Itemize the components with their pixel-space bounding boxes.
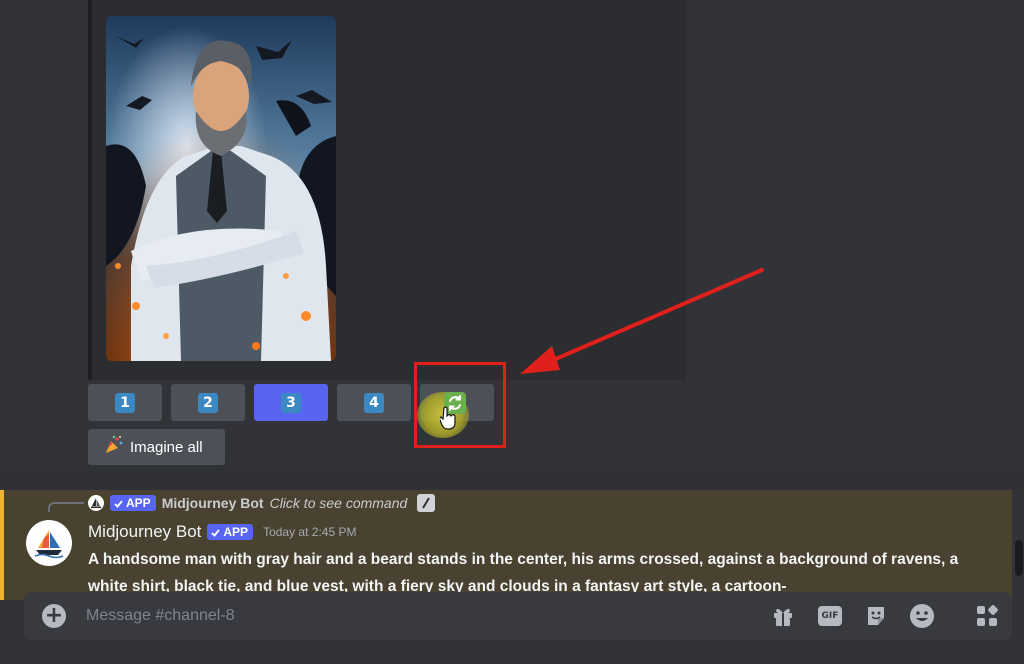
annotation-arrow-icon [520,268,764,374]
message-timestamp: Today at 2:45 PM [263,525,357,539]
upscale-2-button[interactable]: 2 [171,384,245,421]
upscale-1-button[interactable]: 1 [88,384,162,421]
generated-image[interactable] [106,16,336,361]
gift-icon[interactable] [770,603,796,629]
upscale-3-button[interactable]: 3 [254,384,328,421]
slash-command-icon [417,494,436,512]
scrollbar-thumb[interactable] [1015,540,1023,576]
gif-picker-button[interactable]: GIF [817,603,843,629]
imagine-all-button[interactable]: Imagine all [88,429,225,465]
imagine-all-label: Imagine all [130,438,203,456]
message-composer: + GIF [24,592,1012,640]
author-name[interactable]: Midjourney Bot [88,522,201,542]
apps-launcher-button[interactable] [962,592,1012,640]
keycap-1-icon: 1 [115,392,135,413]
reply-command[interactable]: Click to see command [270,495,408,511]
message-header: Midjourney Bot APP Today at 2:45 PM [88,522,356,542]
hand-cursor-icon [439,406,456,430]
app-badge: APP [207,524,254,540]
plus-icon[interactable]: + [42,604,66,628]
message-input[interactable] [86,592,646,640]
keycap-2-icon: 2 [198,392,218,413]
gif-icon: GIF [818,606,842,626]
emoji-icon[interactable] [909,603,935,629]
reply-reference[interactable]: APP Midjourney Bot Click to see command [88,494,436,512]
upscale-4-button[interactable]: 4 [337,384,411,421]
keycap-4-icon: 4 [364,392,384,413]
party-popper-icon [104,435,124,459]
sticker-icon[interactable] [863,603,889,629]
apps-icon [977,605,998,626]
variation-button-row: 1 2 3 4 [88,384,494,421]
reply-author[interactable]: Midjourney Bot [162,495,264,511]
bot-mini-avatar [88,495,104,511]
bot-avatar[interactable] [26,520,72,566]
bot-message: APP Midjourney Bot Click to see command … [0,490,1012,600]
message-gap [0,466,1024,490]
keycap-3-icon: 3 [281,392,301,413]
app-badge: APP [110,495,156,511]
reply-connector [48,502,84,512]
